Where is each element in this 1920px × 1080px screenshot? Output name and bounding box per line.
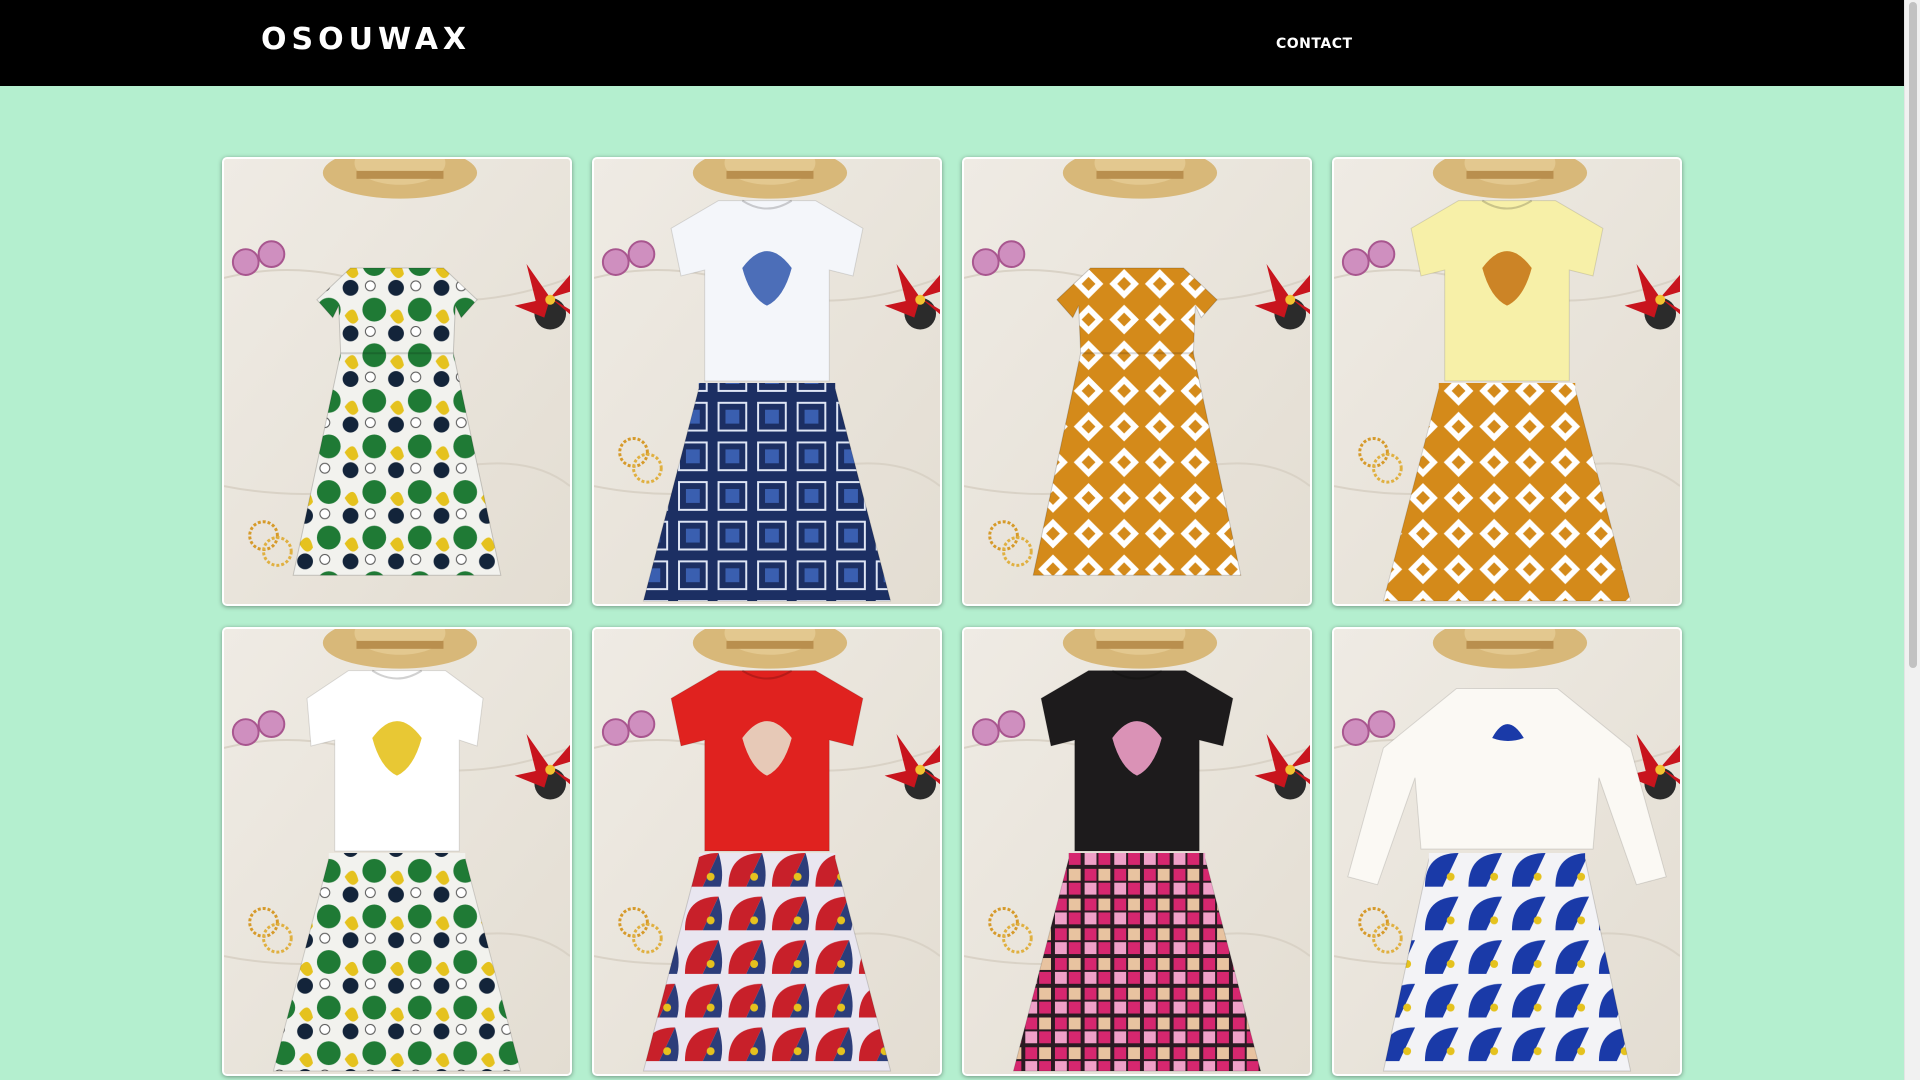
product-photo-card[interactable] (1332, 157, 1682, 606)
product-photo-card[interactable] (222, 157, 572, 606)
nav-link-contact[interactable]: CONTACT (1276, 36, 1353, 52)
page-scrollbar[interactable] (1904, 0, 1920, 1080)
product-gallery (222, 157, 1682, 1076)
product-photo-card[interactable] (592, 157, 942, 606)
product-photo-card[interactable] (222, 627, 572, 1076)
scrollbar-thumb[interactable] (1909, 2, 1917, 668)
top-navbar: OSOUWAX CONTACT (0, 0, 1904, 86)
site-logo[interactable]: OSOUWAX (261, 22, 471, 57)
product-photo-card[interactable] (962, 157, 1312, 606)
product-photo-card[interactable] (1332, 627, 1682, 1076)
product-photo-card[interactable] (592, 627, 942, 1076)
product-photo-card[interactable] (962, 627, 1312, 1076)
